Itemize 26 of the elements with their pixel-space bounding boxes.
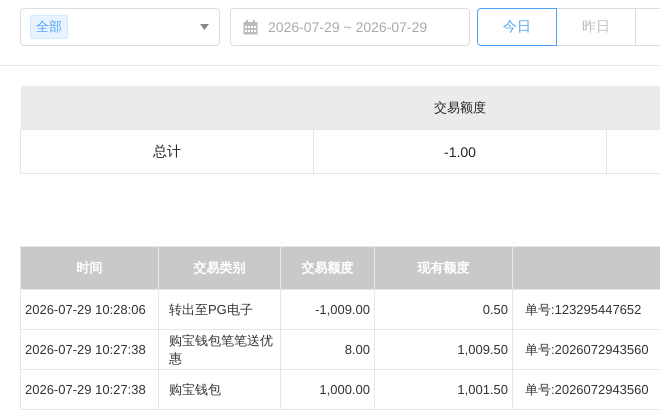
table-cell: 2026-07-29 10:28:06 <box>25 302 146 317</box>
column-header: 交易额度 <box>434 100 486 114</box>
table-cell: 2026-07-29 10:27:38 <box>25 342 146 357</box>
calendar-icon <box>243 20 258 34</box>
table-cell: 总计 <box>153 142 181 158</box>
table-cell: 2026-07-29 10:27:38 <box>25 382 146 397</box>
caret-icon <box>200 24 209 30</box>
table-cell: -1.00 <box>444 144 476 160</box>
table-cell: 单号:123295447652 <box>525 302 642 316</box>
date-preset-button[interactable]: 今日 <box>477 8 557 46</box>
table-cell: -1,009.00 <box>315 302 370 317</box>
table-cell: 0.50 <box>482 302 508 317</box>
date-preset-button[interactable]: 昨日 <box>556 8 636 46</box>
table-cell: 1,001.50 <box>457 382 508 397</box>
date-range-field[interactable]: 2026-07-29 ~ 2026-07-29 <box>230 8 470 46</box>
table-cell: 购宝钱包笔笔送优惠 <box>169 332 273 366</box>
table-cell: 购宝钱包 <box>169 382 221 396</box>
category-select[interactable]: 全部 <box>20 8 220 46</box>
selected-tag: 全部 <box>30 15 68 39</box>
table-cell: 8.00 <box>344 342 370 357</box>
table-cell: 单号:2026072943560 <box>525 382 649 396</box>
table-cell: 单号:2026072943560 <box>525 342 649 356</box>
table-cell: 转出至PG电子 <box>169 302 253 316</box>
table-cell: 1,000.00 <box>319 382 370 397</box>
date-range-value: 2026-07-29 ~ 2026-07-29 <box>268 19 428 35</box>
table-cell: 1,009.50 <box>457 342 508 357</box>
